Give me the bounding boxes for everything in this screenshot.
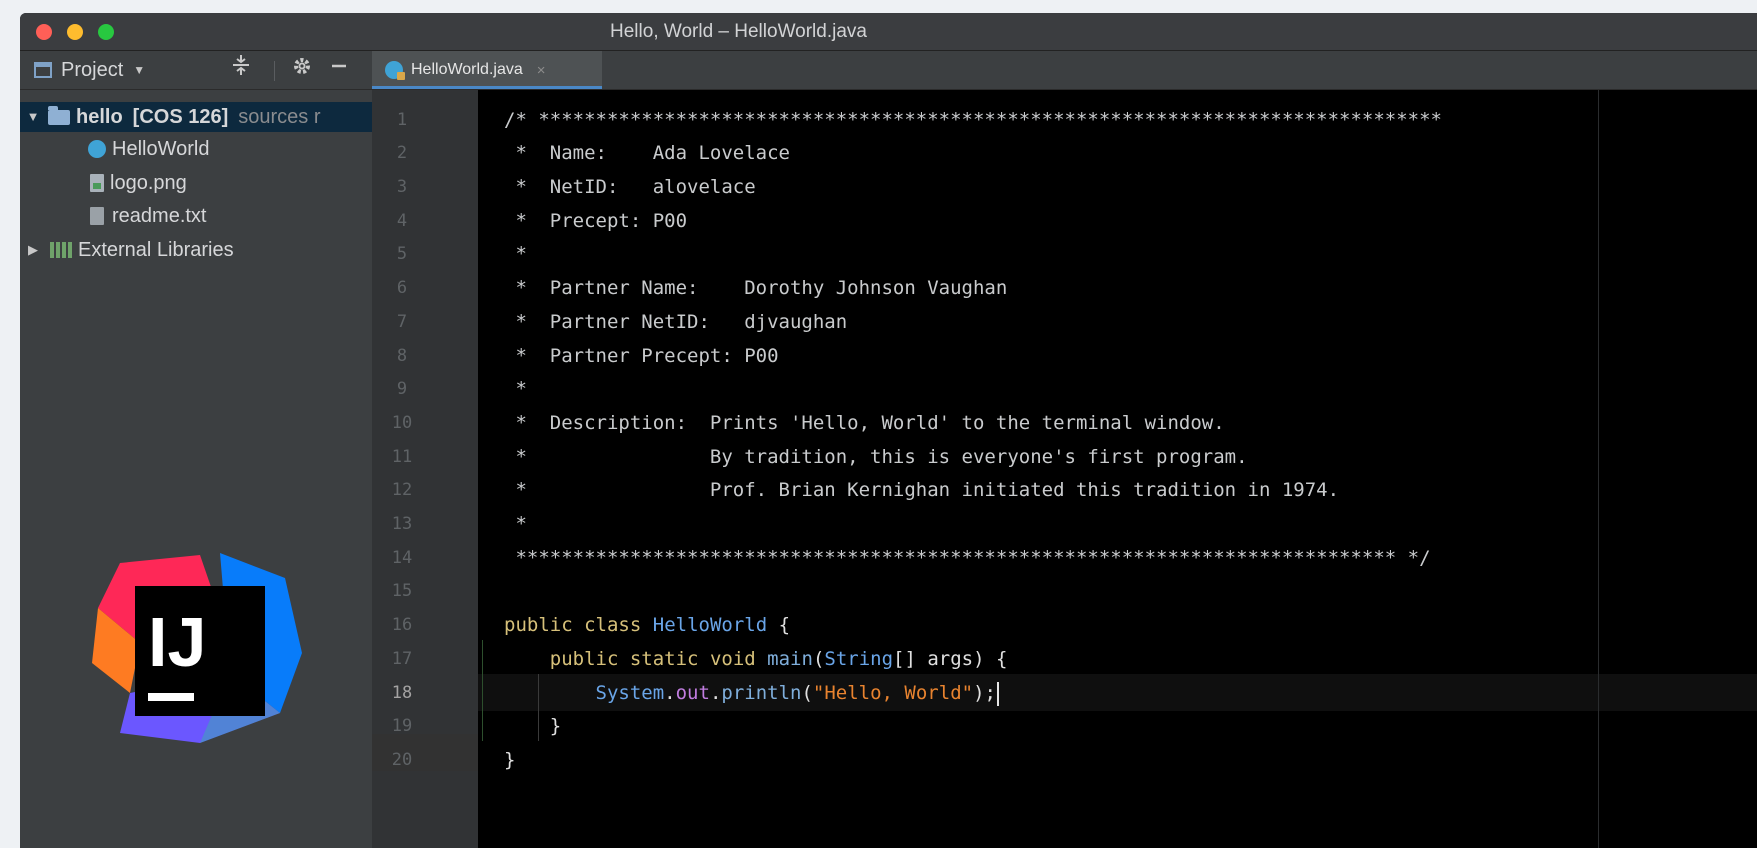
line-number: 7 (396, 312, 408, 332)
tool-window-bar: Project ▼ HelloWorld.java × (20, 51, 1757, 90)
tree-item-label: readme.txt (112, 205, 207, 227)
window-title: Hello, World – HelloWorld.java (610, 21, 867, 42)
method-name: main (767, 648, 813, 670)
line-number: 10 (391, 413, 413, 433)
params: [] args) { (893, 648, 1008, 670)
tab-label: HelloWorld.java (411, 61, 523, 78)
code-line-19: } (504, 707, 561, 745)
paren-semicolon: ); (973, 682, 996, 704)
line-number: 15 (391, 581, 413, 601)
method-call: println (721, 682, 802, 704)
toolbar-divider (274, 61, 275, 81)
java-class-icon (385, 61, 405, 80)
code-line-12: * Prof. Brian Kernighan initiated this t… (504, 479, 1340, 501)
line-number: 13 (391, 514, 413, 534)
chevron-down-icon: ▼ (133, 63, 146, 77)
brace: } (504, 749, 516, 771)
code-line-7: * Partner NetID: djvaughan (504, 311, 848, 333)
dot: . (709, 682, 722, 704)
line-number: 19 (391, 716, 413, 736)
close-tab-icon[interactable]: × (537, 62, 546, 79)
line-number: 12 (391, 480, 413, 500)
type-name: String (824, 648, 894, 670)
class-name: HelloWorld (652, 614, 768, 636)
collapse-arrow-icon: ▶ (28, 242, 38, 257)
dot: . (664, 682, 676, 704)
line-number: 2 (396, 143, 408, 163)
tree-item-label: logo.png (110, 172, 187, 194)
line-number: 6 (396, 278, 408, 298)
tree-item-label: External Libraries (78, 239, 234, 261)
tree-item-helloworld[interactable]: HelloWorld (88, 134, 209, 164)
project-window-icon (34, 62, 52, 78)
tree-item-hello[interactable]: ▼ hello [COS 126] sources r (20, 102, 372, 132)
keyword: public (504, 614, 573, 636)
code-line-13: * (504, 513, 527, 535)
keyword: static (629, 648, 699, 670)
title-bar: Hello, World – HelloWorld.java (20, 13, 1757, 51)
intellij-logo: IJ (92, 553, 302, 743)
keyword: void (709, 648, 756, 670)
expand-arrow-icon: ▼ (26, 109, 40, 124)
project-name: hello (76, 106, 123, 128)
tree-item-external-libraries[interactable]: ▶ External Libraries (20, 235, 234, 265)
library-icon (50, 242, 72, 258)
code-line-6: * Partner Name: Dorothy Johnson Vaughan (504, 277, 1008, 299)
brace: } (549, 715, 562, 737)
line-number: 3 (396, 177, 408, 197)
sources-root-label: sources r (238, 106, 321, 128)
right-margin-guide (1598, 90, 1599, 848)
project-view-dropdown[interactable]: Project ▼ (34, 51, 145, 89)
indent-guide (482, 640, 483, 741)
keyword: class (584, 614, 642, 636)
code-line-5: * (504, 243, 527, 265)
code-line-9: * (504, 378, 527, 400)
field-ref: out (675, 682, 710, 704)
line-number: 17 (391, 649, 413, 669)
module-folder-icon (48, 105, 70, 125)
tree-item-label: HelloWorld (112, 138, 210, 160)
code-line-3: * NetID: alovelace (504, 176, 756, 198)
hide-panel-icon[interactable] (330, 51, 348, 89)
code-line-17: public static void main(String[] args) { (504, 640, 1008, 678)
class-ref: System (595, 682, 665, 704)
tree-item-logo-png[interactable]: logo.png (90, 168, 187, 198)
string-literal: "Hello, World" (812, 682, 974, 704)
gear-icon[interactable] (292, 51, 312, 89)
paren: ( (812, 648, 825, 670)
brace: { (778, 614, 791, 636)
module-label: [COS 126] (132, 106, 229, 128)
text-cursor (996, 681, 999, 706)
logo-text: IJ (148, 603, 206, 681)
line-number: 9 (396, 379, 408, 399)
code-line-14: ****************************************… (504, 547, 1431, 569)
image-file-icon (90, 174, 104, 192)
code-line-8: * Partner Precept: P00 (504, 345, 779, 367)
tree-item-readme-txt[interactable]: readme.txt (90, 201, 206, 231)
active-tab-indicator (372, 86, 602, 89)
keyword: public (549, 648, 619, 670)
code-line-4: * Precept: P00 (504, 210, 688, 232)
text-file-icon (90, 207, 104, 225)
code-editor[interactable]: /* *************************************… (478, 90, 1757, 848)
code-line-18: System.out.println("Hello, World"); (504, 674, 999, 712)
code-line-10: * Description: Prints 'Hello, World' to … (504, 412, 1225, 434)
paren: ( (801, 682, 813, 704)
code-line-2: * Name: Ada Lovelace (504, 142, 790, 164)
java-class-icon (88, 140, 106, 158)
collapse-all-icon[interactable] (232, 51, 250, 89)
line-number-gutter: 1 2 3 4 5 6 7 8 9 10 11 12 13 14 15 16 1… (372, 90, 478, 848)
tab-helloworld-java[interactable]: HelloWorld.java × (372, 51, 602, 89)
ide-window: Hello, World – HelloWorld.java Project ▼… (20, 13, 1757, 848)
project-view-label: Project (61, 58, 124, 81)
line-number: 16 (391, 615, 413, 635)
code-line-20: } (504, 741, 515, 779)
code-line-16: public class HelloWorld { (504, 606, 790, 644)
line-number: 20 (391, 750, 413, 770)
line-number: 5 (396, 244, 408, 264)
